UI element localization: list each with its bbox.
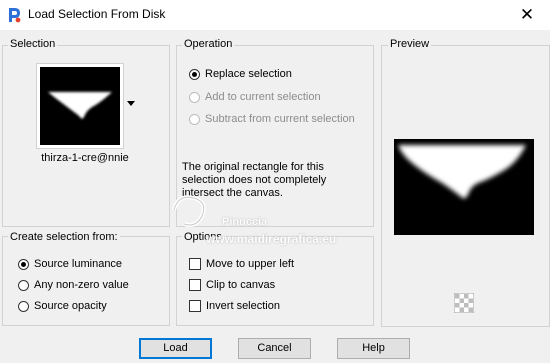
watermark-logo-icon xyxy=(172,195,206,227)
checkbox-box xyxy=(189,300,201,312)
radio-source-opacity-label: Source opacity xyxy=(34,300,107,312)
dropdown-arrow-icon[interactable] xyxy=(127,101,135,107)
radio-add-to-selection[interactable]: Add to current selection xyxy=(189,89,321,105)
radio-any-non-zero-value[interactable]: Any non-zero value xyxy=(18,277,129,293)
radio-source-opacity[interactable]: Source opacity xyxy=(18,298,107,314)
checkbox-clip-to-canvas[interactable]: Clip to canvas xyxy=(189,277,275,293)
checkbox-invert-selection-label: Invert selection xyxy=(206,300,280,312)
help-button[interactable]: Help xyxy=(337,338,410,359)
preview-image xyxy=(394,139,534,235)
radio-indicator xyxy=(189,113,200,125)
radio-indicator xyxy=(189,68,200,80)
radio-subtract-from-selection[interactable]: Subtract from current selection xyxy=(189,111,355,127)
radio-source-luminance-label: Source luminance xyxy=(34,258,123,270)
selection-thumbnail[interactable] xyxy=(36,63,124,149)
create-selection-group-label: Create selection from: xyxy=(8,231,120,243)
selection-file-name: thirza-1-cre@nnie xyxy=(41,152,129,164)
operation-group-label: Operation xyxy=(182,38,235,50)
radio-add-to-selection-label: Add to current selection xyxy=(205,91,321,103)
preview-group-label: Preview xyxy=(388,38,432,50)
checkbox-box xyxy=(189,279,201,291)
radio-replace-selection[interactable]: Replace selection xyxy=(189,66,292,82)
selection-group-label: Selection xyxy=(8,38,58,50)
close-button[interactable]: ✕ xyxy=(504,0,550,30)
radio-indicator xyxy=(18,300,29,312)
selection-thumbnail-image xyxy=(40,67,120,145)
window-title: Load Selection From Disk xyxy=(28,7,166,21)
radio-subtract-from-selection-label: Subtract from current selection xyxy=(205,113,355,125)
close-icon: ✕ xyxy=(519,5,535,24)
checkbox-invert-selection[interactable]: Invert selection xyxy=(189,298,280,314)
checkbox-box xyxy=(189,258,201,270)
cancel-button[interactable]: Cancel xyxy=(238,338,311,359)
transparency-checker-icon[interactable] xyxy=(454,293,474,313)
checkbox-clip-to-canvas-label: Clip to canvas xyxy=(206,279,276,291)
title-bar: Load Selection From Disk ✕ xyxy=(0,0,550,30)
radio-any-non-zero-value-label: Any non-zero value xyxy=(34,279,129,291)
paintshop-app-icon xyxy=(9,8,21,23)
watermark-url: www.maidiregrafica.eu xyxy=(206,232,337,246)
checkbox-move-to-upper-left-label: Move to upper left xyxy=(206,258,295,270)
radio-replace-selection-label: Replace selection xyxy=(205,68,292,80)
radio-indicator xyxy=(18,279,29,291)
radio-indicator xyxy=(18,258,29,270)
watermark-name: Pinuccia xyxy=(222,216,268,228)
radio-source-luminance[interactable]: Source luminance xyxy=(18,256,122,272)
checkbox-move-to-upper-left[interactable]: Move to upper left xyxy=(189,256,294,272)
load-button[interactable]: Load xyxy=(139,338,212,359)
radio-indicator xyxy=(189,91,200,103)
